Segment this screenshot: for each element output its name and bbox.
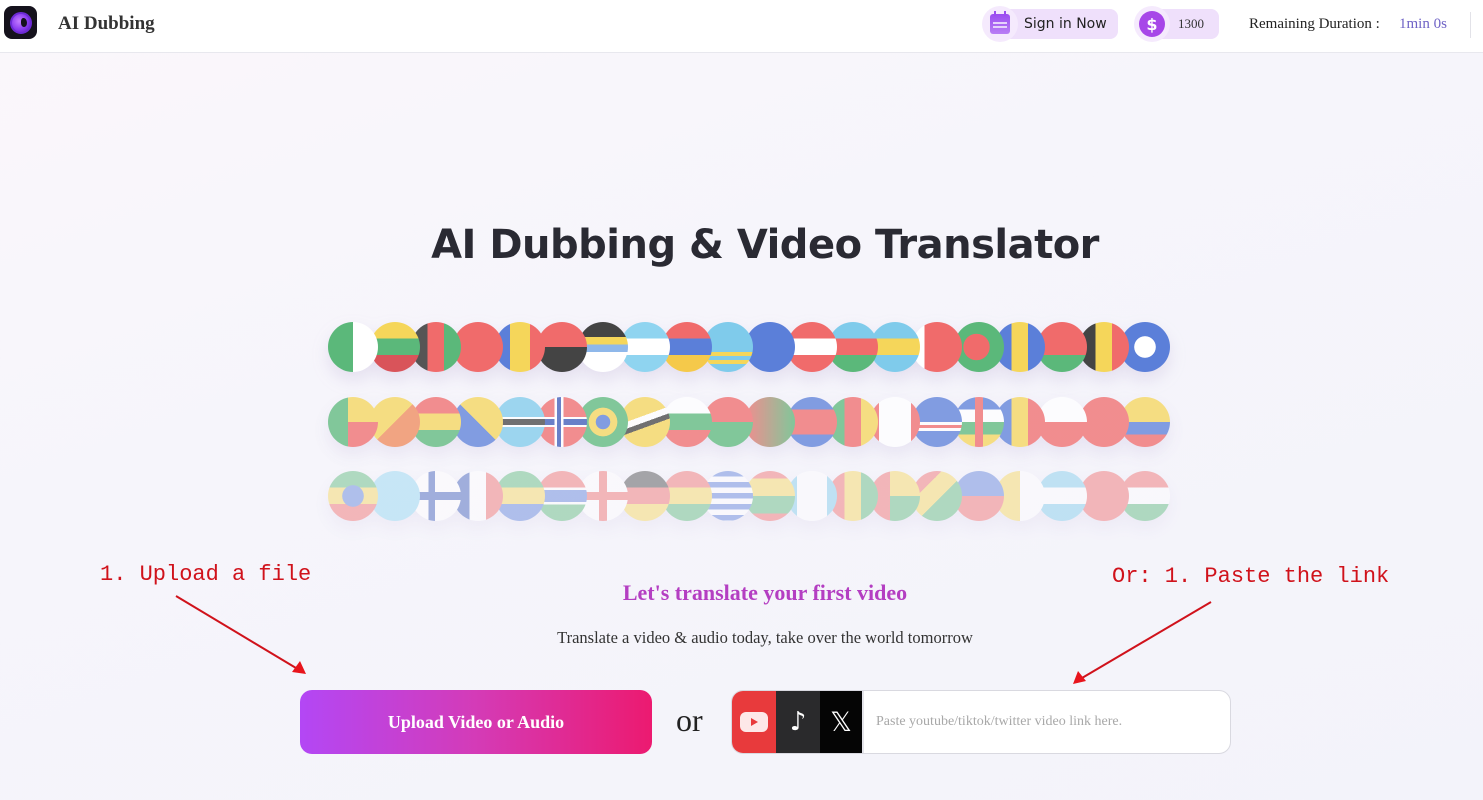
youtube-icon (740, 712, 768, 732)
x-icon: 𝕏 (830, 706, 852, 738)
flag-row-3 (328, 471, 1171, 521)
coins-badge[interactable]: $ 1300 (1134, 6, 1219, 42)
flag-benin (328, 397, 378, 447)
globe-logo-icon (9, 11, 32, 34)
calendar-icon-wrap (982, 6, 1018, 42)
twitter-source-button[interactable]: 𝕏 (820, 691, 864, 753)
tiktok-source-button[interactable]: ♪ (776, 691, 820, 753)
remaining-duration-label: Remaining Duration : (1249, 16, 1380, 32)
dollar-icon: $ (1139, 11, 1165, 37)
flag-ethiopia (328, 471, 378, 521)
upload-video-audio-button[interactable]: Upload Video or Audio (300, 690, 652, 754)
or-separator: or (676, 702, 703, 738)
header-divider (1470, 12, 1471, 38)
arrow-right-head (1073, 671, 1086, 684)
tiktok-icon: ♪ (789, 707, 807, 737)
sign-in-button[interactable]: Sign in Now (982, 6, 1118, 42)
coins-value: 1300 (1178, 16, 1204, 31)
top-bar: AI Dubbing Sign in Now $ 1300 Remaining … (0, 0, 1483, 53)
video-link-input[interactable] (864, 691, 1230, 753)
youtube-source-button[interactable] (732, 691, 776, 753)
calendar-icon (990, 11, 1010, 34)
flag-row-2 (328, 397, 1171, 447)
flag-algeria (328, 322, 378, 372)
tagline: Translate a video & audio today, take ov… (557, 628, 973, 647)
link-input-group: ♪ 𝕏 (731, 690, 1231, 754)
app-title[interactable]: AI Dubbing (58, 13, 155, 35)
sign-in-label: Sign in Now (1024, 16, 1107, 32)
page-title: AI Dubbing & Video Translator (431, 222, 1099, 268)
app-logo[interactable] (4, 6, 37, 39)
flag-row-1 (328, 322, 1171, 372)
remaining-duration-value: 1min 0s (1399, 16, 1447, 32)
arrow-left-head (292, 661, 306, 674)
dollar-icon-wrap: $ (1134, 6, 1170, 42)
section-subtitle: Let's translate your first video (622, 580, 908, 605)
